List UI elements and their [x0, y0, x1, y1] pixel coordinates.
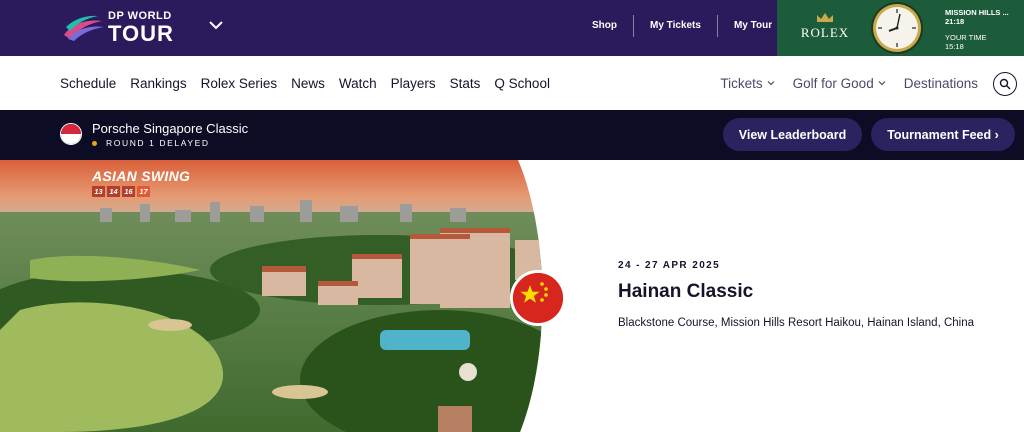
- status-dot: [92, 140, 97, 146]
- live-tournament-name[interactable]: Porsche Singapore Classic: [92, 121, 248, 136]
- swing-week: 16: [122, 186, 135, 197]
- hero-image-resort: [0, 160, 560, 432]
- nav-golf-for-good[interactable]: Golf for Good: [793, 76, 886, 91]
- asian-swing-badge: ASIAN SWING 13 14 16 17: [92, 168, 190, 197]
- swing-week-active: 17: [137, 186, 150, 197]
- nav-tickets-label: Tickets: [720, 75, 763, 91]
- nav-news[interactable]: News: [291, 76, 325, 91]
- event-venue: Blackstone Course, Mission Hills Resort …: [618, 317, 975, 329]
- top-bar: DP WORLD TOUR Shop My Tickets My Tour RO…: [0, 0, 1024, 56]
- nav-rolex-series[interactable]: Rolex Series: [201, 76, 278, 91]
- swing-week: 14: [107, 186, 120, 197]
- swing-weeks: 13 14 16 17: [92, 186, 190, 197]
- singapore-flag-icon: [60, 123, 82, 145]
- main-nav: Schedule Rankings Rolex Series News Watc…: [0, 56, 1024, 110]
- tournament-feed-button[interactable]: Tournament Feed ›: [871, 118, 1015, 151]
- logo-text-bottom: TOUR: [108, 21, 174, 46]
- chevron-down-icon: [767, 81, 775, 86]
- round-status-text: ROUND 1 DELAYED: [106, 138, 210, 148]
- utility-links: Shop My Tickets My Tour: [576, 14, 788, 38]
- event-dates: 24 - 27 APR 2025: [618, 260, 721, 271]
- event-title[interactable]: Hainan Classic: [618, 281, 753, 303]
- search-button[interactable]: [993, 72, 1017, 96]
- nav-tickets[interactable]: Tickets: [720, 75, 775, 91]
- asian-swing-title: ASIAN SWING: [92, 168, 191, 184]
- dp-world-tour-logo[interactable]: DP WORLD TOUR: [62, 10, 192, 46]
- china-flag-icon: [510, 270, 566, 326]
- rolex-logo: ROLEX: [797, 12, 853, 41]
- chevron-down-icon: [878, 81, 886, 86]
- shop-link[interactable]: Shop: [576, 14, 633, 38]
- resort-aerial-image: [0, 160, 543, 432]
- tour-swoosh-icon: [64, 15, 104, 41]
- live-tournament-bar: Porsche Singapore Classic ROUND 1 DELAYE…: [0, 110, 1024, 160]
- chevron-down-icon[interactable]: [208, 17, 224, 33]
- round-status: ROUND 1 DELAYED: [92, 138, 210, 148]
- nav-rankings[interactable]: Rankings: [130, 76, 186, 91]
- swing-week: 13: [92, 186, 105, 197]
- nav-stats[interactable]: Stats: [450, 76, 481, 91]
- view-leaderboard-button[interactable]: View Leaderboard: [723, 118, 862, 151]
- nav-golf-for-good-label: Golf for Good: [792, 75, 874, 91]
- nav-q-school[interactable]: Q School: [494, 76, 550, 91]
- clock-local-time: 21:18: [945, 16, 965, 26]
- your-time-value: 15:18: [945, 41, 964, 51]
- search-icon: [999, 78, 1011, 90]
- my-tickets-link[interactable]: My Tickets: [634, 14, 717, 38]
- rolex-clock-widget[interactable]: ROLEX MISSION HILLS ... 21:18 YOUR TIME …: [777, 0, 1024, 56]
- rolex-wordmark: ROLEX: [800, 25, 850, 40]
- nav-watch[interactable]: Watch: [339, 76, 377, 91]
- clock-icon: [871, 2, 923, 54]
- nav-destinations[interactable]: Destinations: [904, 76, 978, 91]
- nav-schedule[interactable]: Schedule: [60, 76, 116, 91]
- nav-players[interactable]: Players: [391, 76, 436, 91]
- crown-icon: [817, 13, 833, 22]
